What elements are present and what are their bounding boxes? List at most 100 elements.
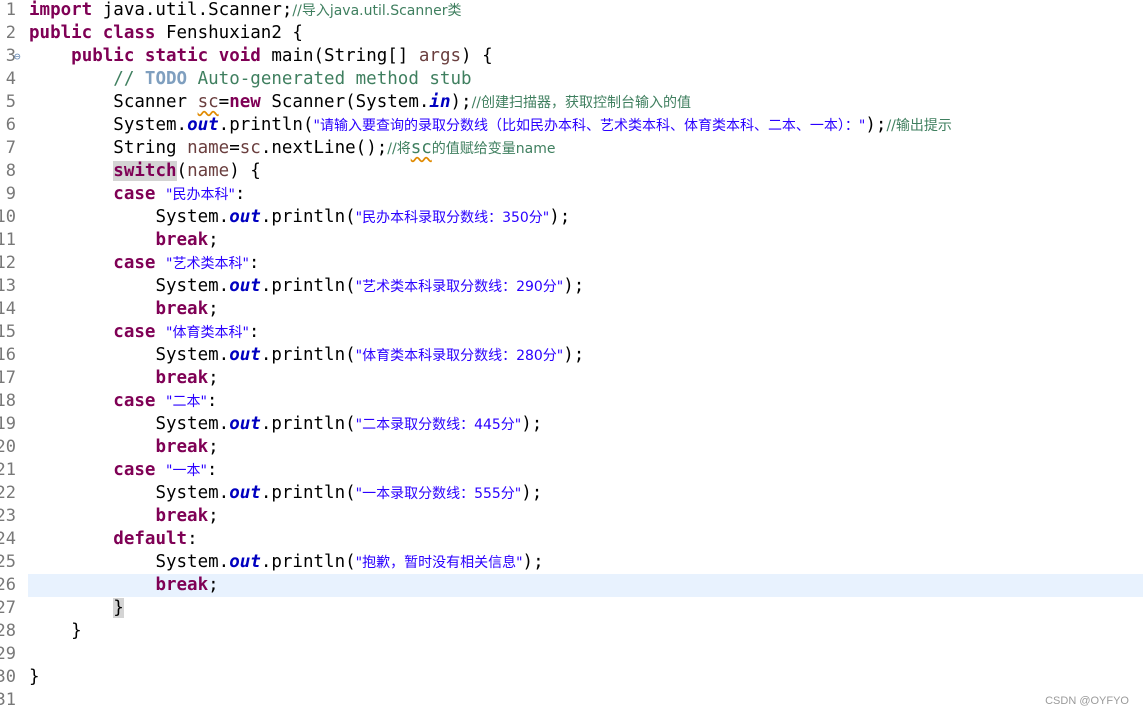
line-number: 25 (0, 552, 16, 572)
code-line[interactable]: 31 (0, 689, 1143, 712)
code-token: import (29, 0, 93, 20)
code-text: System.out.println("一本录取分数线：555分"); (29, 482, 542, 506)
code-line[interactable]: 11 break; (0, 229, 1143, 252)
code-token: ; (208, 437, 219, 457)
line-number: 20 (0, 437, 16, 457)
code-token: System. (155, 207, 230, 227)
code-line[interactable]: 20 break; (0, 436, 1143, 459)
code-token: "民办本科录取分数线：350分" (355, 210, 550, 226)
code-text: break; (29, 574, 218, 597)
code-text: break; (29, 505, 219, 528)
code-line[interactable]: 17 break; (0, 367, 1143, 390)
code-token: break (155, 437, 209, 457)
code-token: name (187, 138, 230, 158)
code-token: = (229, 138, 240, 158)
line-number: 17 (0, 368, 16, 388)
code-text: case "二本": (29, 390, 217, 414)
line-number: 23 (0, 506, 16, 526)
code-token: System. (155, 276, 230, 296)
code-text: } (29, 666, 40, 689)
code-token: : (187, 529, 198, 549)
code-line[interactable]: 15 case "体育类本科": (0, 321, 1143, 344)
code-line[interactable]: 28 } (0, 620, 1143, 643)
line-number: 15 (0, 322, 16, 342)
code-token: ( (176, 161, 188, 181)
code-text: System.out.println("抱歉，暂时没有相关信息"); (29, 551, 544, 575)
code-line[interactable]: 10 System.out.println("民办本科录取分数线：350分"); (0, 206, 1143, 229)
code-token: } (29, 667, 40, 687)
code-line[interactable]: 30} (0, 666, 1143, 689)
code-token: System. (155, 345, 230, 365)
code-token: out (229, 276, 261, 296)
code-line[interactable]: 9 case "民办本科": (0, 183, 1143, 206)
code-comment: Auto-generated method stub (187, 69, 472, 89)
line-number: 19 (0, 414, 16, 434)
code-token: "体育类本科录取分数线：280分" (355, 348, 564, 364)
code-token: ) { (229, 161, 261, 181)
code-line[interactable]: 6 System.out.println("请输入要查询的录取分数线（比如民办本… (0, 114, 1143, 137)
code-token: ); (522, 552, 544, 572)
line-number: 21 (0, 460, 16, 480)
code-line[interactable]: 4 // TODO Auto-generated method stub (0, 68, 1143, 91)
code-text: switch(name) { (29, 160, 261, 183)
code-text: break; (29, 367, 218, 390)
todo-tag: TODO (144, 69, 188, 89)
code-line[interactable]: 25 System.out.println("抱歉，暂时没有相关信息"); (0, 551, 1143, 574)
code-token: class (102, 23, 156, 43)
code-line[interactable]: 5 Scanner sc=new Scanner(System.in);//创建… (0, 91, 1143, 114)
code-token: static (144, 46, 209, 66)
code-token: .println( (260, 345, 356, 365)
line-number: 4 (5, 69, 16, 89)
code-token: case (113, 391, 156, 411)
collapse-minus-icon[interactable]: ⊖ (14, 45, 21, 68)
code-line[interactable]: 27 } (0, 597, 1143, 620)
code-token: "二本" (166, 394, 207, 410)
code-line[interactable]: 24 default: (0, 528, 1143, 551)
code-line[interactable]: 12 case "艺术类本科": (0, 252, 1143, 275)
code-line[interactable]: 18 case "二本": (0, 390, 1143, 413)
code-text: System.out.println("体育类本科录取分数线：280分"); (29, 344, 584, 368)
code-token: out (229, 483, 261, 503)
code-line[interactable]: 8 switch(name) { (0, 160, 1143, 183)
code-token: : (248, 322, 260, 342)
code-line[interactable]: 16 System.out.println("体育类本科录取分数线：280分")… (0, 344, 1143, 367)
line-number: 10 (0, 207, 16, 227)
code-token: case (113, 322, 156, 342)
code-token: : (206, 460, 218, 480)
code-token: ; (208, 506, 219, 526)
code-token: "艺术类本科" (166, 256, 249, 272)
code-line[interactable]: 13 System.out.println("艺术类本科录取分数线：290分")… (0, 275, 1143, 298)
code-line[interactable]: 23 break; (0, 505, 1143, 528)
code-line[interactable]: 29 (0, 643, 1143, 666)
code-editor[interactable]: 1 import java.util.Scanner;//导入java.util.… (0, 0, 1143, 713)
code-token: .println( (260, 552, 356, 572)
code-token: break (155, 230, 209, 250)
code-token: ); (865, 115, 887, 135)
code-text: public static void main(String[] args) { (29, 45, 493, 68)
code-line[interactable]: 26 break; (0, 574, 1143, 597)
code-line[interactable]: 21 case "一本": (0, 459, 1143, 482)
code-token: out (229, 345, 261, 365)
code-token: java.util.Scanner; (92, 0, 293, 20)
code-line[interactable]: 2 public class Fenshuxian2 { (0, 22, 1143, 45)
code-line[interactable]: 3 ⊖ public static void main(String[] args… (0, 45, 1143, 68)
code-line[interactable]: 7 String name=sc.nextLine();//将sc的值赋给变量n… (0, 137, 1143, 160)
code-token: break (155, 575, 209, 595)
code-line[interactable]: 19 System.out.println("二本录取分数线：445分"); (0, 413, 1143, 436)
code-text: String name=sc.nextLine();//将sc的值赋给变量nam… (29, 137, 555, 161)
line-number: 5 (5, 92, 16, 112)
code-line[interactable]: 1 import java.util.Scanner;//导入java.util.… (0, 0, 1143, 22)
code-line[interactable]: 22 System.out.println("一本录取分数线：555分"); (0, 482, 1143, 505)
code-token: = (218, 92, 230, 112)
code-token: void (218, 46, 261, 66)
code-line[interactable]: 14 break; (0, 298, 1143, 321)
